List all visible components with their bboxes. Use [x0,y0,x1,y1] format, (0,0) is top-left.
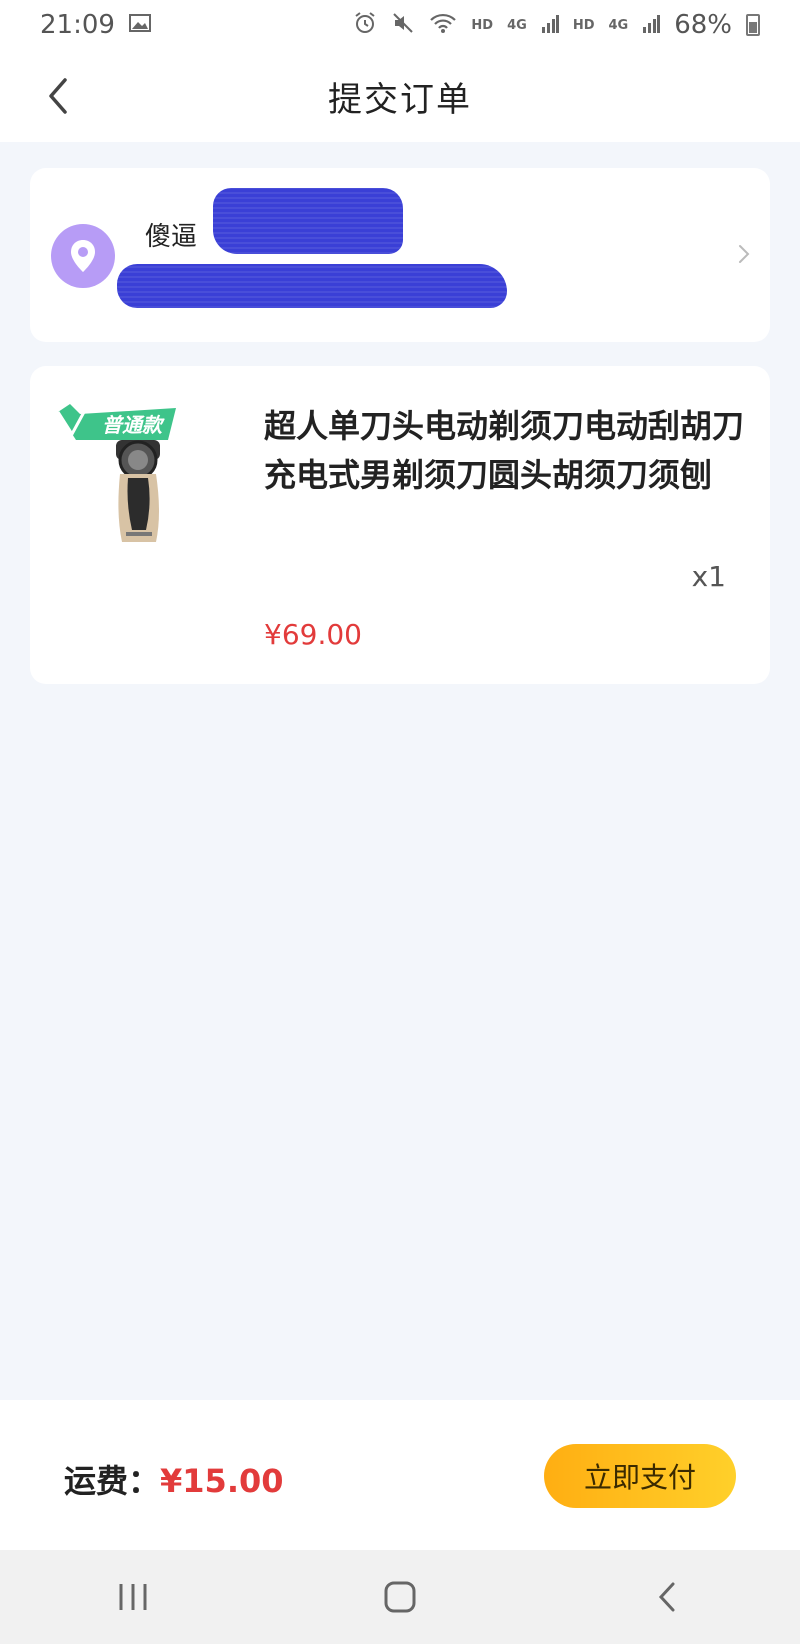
signal-icon-1 [541,13,559,38]
product-quantity: x1 [691,560,726,593]
status-time: 21:09 [40,10,115,40]
product-title: 超人单刀头电动剃须刀电动刮胡刀充电式男剃须刀圆头胡须刀须刨 [264,407,745,494]
network-sig-2: 4G [608,17,629,33]
shipping-fee: 运费：¥15.00 [64,1456,284,1502]
checkout-footer: 运费：¥15.00 立即支付 [0,1400,800,1550]
system-back-button[interactable] [627,1567,707,1627]
wifi-icon [429,12,457,39]
recent-apps-icon [119,1584,147,1610]
product-card: 普通款 超人单刀头电动剃须刀电动刮胡刀充电式男剃须刀圆头胡须刀须刨 x1 ¥69… [30,366,770,684]
battery-icon [746,14,760,36]
product-badge: 普通款 [102,413,165,437]
recent-apps-button[interactable] [93,1567,173,1627]
shipping-amount: ¥15.00 [160,1462,284,1500]
status-left: 21:09 [40,10,151,40]
home-button[interactable] [360,1567,440,1627]
system-nav-bar [0,1550,800,1644]
product-image[interactable]: 普通款 [56,404,188,546]
chevron-left-icon [49,78,67,114]
title-bar: 提交订单 [0,50,800,142]
mute-icon [391,11,415,40]
location-pin-icon [51,224,115,288]
signal-icon-2 [642,13,661,38]
network-sig-1: 4G [507,17,527,33]
status-right: HD 4G HD 4G 68% [353,10,760,40]
recipient-name: 傻逼 [145,222,198,252]
alarm-icon [353,11,377,40]
battery-percent: 68% [674,10,732,40]
back-button[interactable] [30,68,86,124]
status-bar: 21:09 HD 4G HD 4G 68% [0,0,800,50]
gallery-icon [128,13,151,38]
home-icon [384,1581,416,1613]
redacted-phone [213,188,403,254]
network-label-1: HD [471,17,494,33]
product-price: ¥69.00 [264,618,362,651]
address-card[interactable]: 傻逼 [30,168,770,342]
pay-now-button[interactable]: 立即支付 [544,1444,736,1508]
shipping-label: 运费： [64,1462,161,1500]
page-title: 提交订单 [328,79,472,120]
network-label-2: HD [572,17,595,33]
chevron-right-icon [739,245,750,263]
back-arrow-icon [658,1582,675,1612]
redacted-address [117,264,507,308]
